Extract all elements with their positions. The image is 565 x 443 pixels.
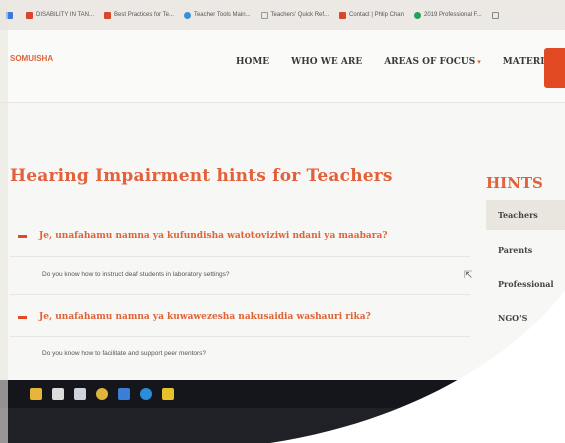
paper-curl-overlay xyxy=(0,0,565,443)
browser-screen: DISABILITY IN TAN... Best Practices for … xyxy=(0,0,565,443)
